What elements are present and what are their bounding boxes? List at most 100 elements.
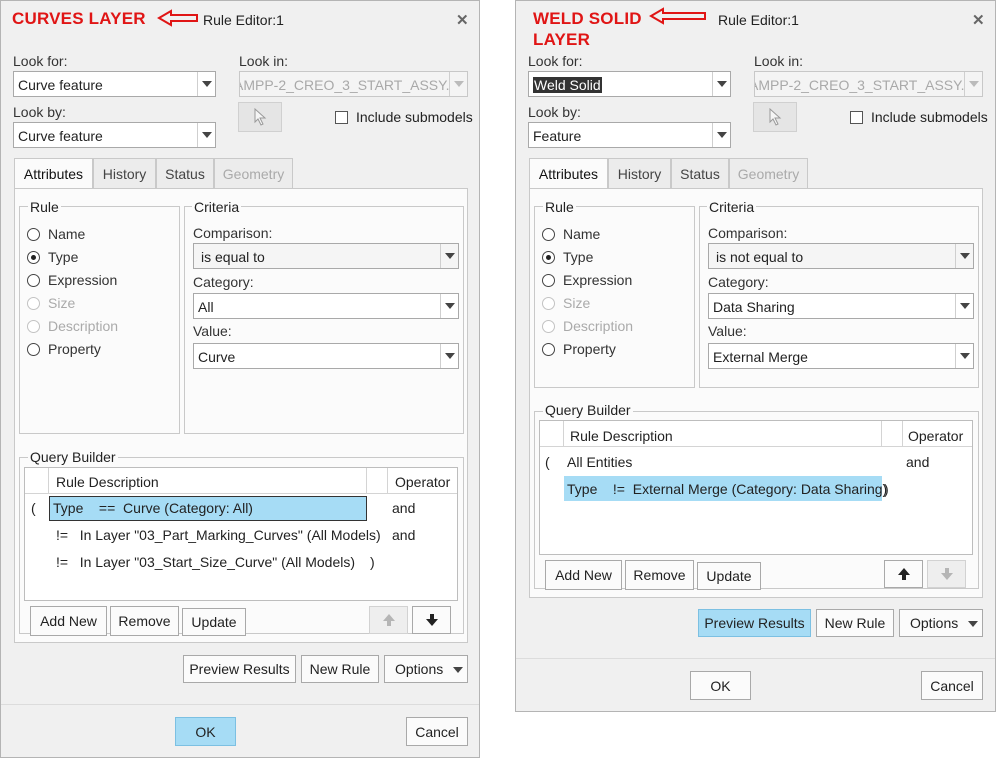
tab-status-label: Status xyxy=(165,165,205,182)
look-by-dropdown[interactable]: Feature xyxy=(528,122,731,148)
include-submodels-label: Include submodels xyxy=(356,109,473,125)
col-rule-description: Rule Description xyxy=(570,428,673,444)
look-for-dropdown[interactable]: Curve feature xyxy=(13,71,216,97)
tab-status[interactable]: Status xyxy=(156,158,214,188)
chevron-down-icon xyxy=(712,72,730,96)
comparison-label: Comparison: xyxy=(708,225,788,241)
ok-button[interactable]: OK xyxy=(690,671,751,700)
update-button[interactable]: Update xyxy=(182,608,246,636)
radio-name[interactable]: Name xyxy=(27,226,85,242)
comparison-dropdown[interactable]: is equal to xyxy=(193,243,459,269)
radio-circle xyxy=(27,296,40,310)
update-button[interactable]: Update xyxy=(697,562,761,590)
radio-property[interactable]: Property xyxy=(542,341,616,357)
select-pointer-button[interactable] xyxy=(238,102,282,132)
radio-type[interactable]: Type xyxy=(27,249,78,265)
row-paren-close: ) xyxy=(884,481,889,497)
tab-status[interactable]: Status xyxy=(671,158,729,188)
tab-status-label: Status xyxy=(680,165,720,182)
criteria-group-label: Criteria xyxy=(192,199,242,215)
new-rule-button[interactable]: New Rule xyxy=(301,655,379,683)
column-separator xyxy=(387,468,388,494)
column-separator xyxy=(881,421,882,447)
tab-attributes[interactable]: Attributes xyxy=(14,158,93,189)
preview-results-button[interactable]: Preview Results xyxy=(183,655,296,683)
remove-button[interactable]: Remove xyxy=(110,606,179,636)
radio-name-label: Name xyxy=(48,226,86,242)
annotation-curves-layer: CURVES LAYER xyxy=(12,9,146,28)
cancel-button[interactable]: Cancel xyxy=(406,717,468,746)
value-value: Curve xyxy=(198,349,236,365)
preview-results-button[interactable]: Preview Results xyxy=(698,609,811,637)
column-separator xyxy=(902,421,903,447)
look-in-value: AMPP-2_CREO_3_START_ASSY.ASM xyxy=(239,77,468,93)
look-by-value: Curve feature xyxy=(18,128,103,144)
options-button[interactable]: Options xyxy=(384,655,468,683)
add-new-button[interactable]: Add New xyxy=(30,606,107,636)
add-new-button[interactable]: Add New xyxy=(545,560,622,590)
include-submodels-checkbox[interactable] xyxy=(850,111,863,124)
category-label: Category: xyxy=(193,274,254,290)
radio-expression[interactable]: Expression xyxy=(27,272,117,288)
radio-property[interactable]: Property xyxy=(27,341,101,357)
table-row[interactable]: != In Layer "03_Part_Marking_Curves" (Al… xyxy=(56,527,381,543)
look-by-value: Feature xyxy=(533,128,582,144)
category-dropdown[interactable]: Data Sharing xyxy=(708,293,974,319)
chevron-down-icon xyxy=(955,244,973,268)
value-dropdown[interactable]: Curve xyxy=(193,343,459,369)
move-up-button[interactable] xyxy=(884,560,923,588)
chevron-down-icon xyxy=(197,72,215,96)
radio-type[interactable]: Type xyxy=(542,249,593,265)
cancel-button[interactable]: Cancel xyxy=(921,671,983,700)
move-down-button[interactable] xyxy=(412,606,451,634)
category-dropdown[interactable]: All xyxy=(193,293,459,319)
tab-history-label: History xyxy=(102,165,147,182)
include-submodels-checkbox[interactable] xyxy=(335,111,348,124)
new-rule-button[interactable]: New Rule xyxy=(816,609,894,637)
include-submodels-label: Include submodels xyxy=(871,109,988,125)
look-for-dropdown[interactable]: Weld Solid xyxy=(528,71,731,97)
value-dropdown[interactable]: External Merge xyxy=(708,343,974,369)
table-row[interactable]: All Entities xyxy=(567,454,632,470)
radio-circle xyxy=(542,342,555,356)
radio-name-label: Name xyxy=(563,226,601,242)
look-by-label: Look by: xyxy=(13,104,66,120)
tab-geometry-label: Geometry xyxy=(222,165,285,182)
remove-button[interactable]: Remove xyxy=(625,560,694,590)
close-icon[interactable]: ✕ xyxy=(456,11,469,29)
radio-circle xyxy=(542,227,555,241)
arrow-down-icon xyxy=(425,614,438,626)
options-button[interactable]: Options xyxy=(899,609,983,637)
look-in-dropdown: AMPP-2_CREO_3_START_ASSY.ASM xyxy=(239,71,468,97)
footer-divider xyxy=(1,704,479,705)
radio-name[interactable]: Name xyxy=(542,226,600,242)
table-row[interactable]: Type != External Merge (Category: Data S… xyxy=(567,481,887,497)
look-by-dropdown[interactable]: Curve feature xyxy=(13,122,216,148)
comparison-dropdown[interactable]: is not equal to xyxy=(708,243,974,269)
tab-history[interactable]: History xyxy=(608,158,671,188)
table-row[interactable]: != In Layer "03_Start_Size_Curve" (All M… xyxy=(56,554,355,570)
radio-expression-label: Expression xyxy=(48,272,118,288)
radio-circle xyxy=(27,227,40,241)
select-pointer-button[interactable] xyxy=(753,102,797,132)
radio-expression[interactable]: Expression xyxy=(542,272,632,288)
look-by-label: Look by: xyxy=(528,104,581,120)
radio-description: Description xyxy=(27,318,118,334)
radio-size-label: Size xyxy=(563,295,591,311)
chevron-down-icon xyxy=(440,344,458,368)
table-row[interactable]: Type == Curve (Category: All) xyxy=(53,500,253,516)
tab-geometry: Geometry xyxy=(214,158,293,188)
tab-history[interactable]: History xyxy=(93,158,156,188)
criteria-group-label: Criteria xyxy=(707,199,757,215)
rule-editor-dialog-left: CURVES LAYER Rule Editor:1 ✕ Look for: C… xyxy=(0,0,480,758)
look-for-label: Look for: xyxy=(13,53,68,69)
radio-description: Description xyxy=(542,318,633,334)
close-icon[interactable]: ✕ xyxy=(972,11,985,29)
tab-attributes[interactable]: Attributes xyxy=(529,158,608,189)
row-paren-close: ) xyxy=(370,554,375,570)
chevron-down-icon xyxy=(712,123,730,147)
radio-size-label: Size xyxy=(48,295,76,311)
rule-group-label: Rule xyxy=(28,199,61,215)
row-operator: and xyxy=(392,527,416,543)
ok-button[interactable]: OK xyxy=(175,717,236,746)
